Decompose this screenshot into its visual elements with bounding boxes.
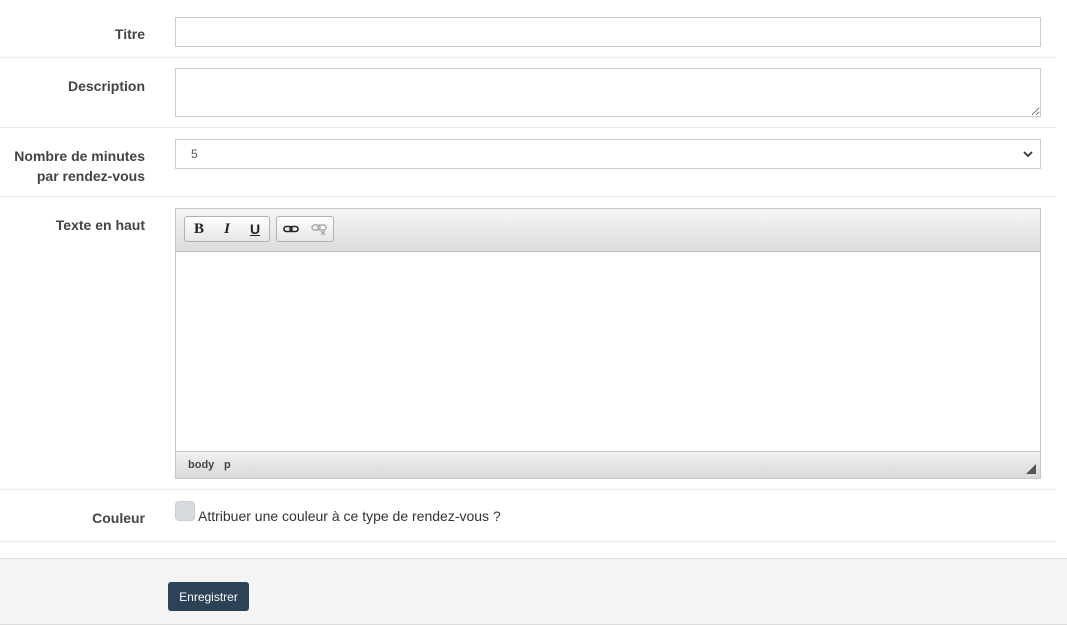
editor-toolbar: B I U	[176, 209, 1040, 252]
format-button-group: B I U	[184, 216, 270, 242]
form-row-minutes: Nombre de minutes par rendez-vous 5	[0, 128, 1056, 197]
couleur-checkbox-label[interactable]: Attribuer une couleur à ce type de rende…	[198, 508, 501, 524]
bold-button[interactable]: B	[185, 217, 213, 241]
minutes-label-line2: par rendez-vous	[36, 168, 145, 184]
path-item-p[interactable]: p	[224, 459, 231, 471]
editor-status-bar: body p	[176, 451, 1040, 478]
unlink-icon	[311, 224, 327, 236]
titre-label: Titre	[114, 26, 145, 42]
form-footer: Enregistrer	[0, 558, 1067, 625]
path-item-body[interactable]: body	[188, 459, 214, 471]
italic-button[interactable]: I	[213, 217, 241, 241]
titre-input[interactable]	[175, 17, 1041, 47]
form-row-titre: Titre	[0, 0, 1056, 58]
editor-content-area[interactable]	[176, 252, 1040, 452]
underline-button[interactable]: U	[241, 217, 269, 241]
minutes-label-line1: Nombre de minutes	[14, 148, 145, 164]
form-row-couleur: Couleur	[0, 490, 1056, 542]
minutes-select[interactable]: 5	[175, 139, 1041, 169]
rich-text-editor: B I U body p	[175, 208, 1041, 479]
unlink-button[interactable]	[305, 217, 333, 241]
texte-en-haut-label: Texte en haut	[55, 217, 145, 233]
link-button[interactable]	[277, 217, 305, 241]
link-button-group	[276, 216, 334, 242]
minutes-select-value: 5	[191, 147, 198, 161]
description-label: Description	[67, 78, 145, 94]
couleur-label: Couleur	[92, 510, 145, 526]
resize-handle[interactable]	[1026, 464, 1036, 474]
form-row-description: Description	[0, 58, 1056, 128]
save-button[interactable]: Enregistrer	[168, 582, 249, 611]
minutes-label: Nombre de minutes par rendez-vous	[14, 146, 145, 186]
chevron-down-icon	[1023, 151, 1033, 158]
link-icon	[283, 225, 299, 233]
description-textarea[interactable]	[175, 68, 1041, 117]
couleur-checkbox[interactable]	[175, 501, 195, 521]
